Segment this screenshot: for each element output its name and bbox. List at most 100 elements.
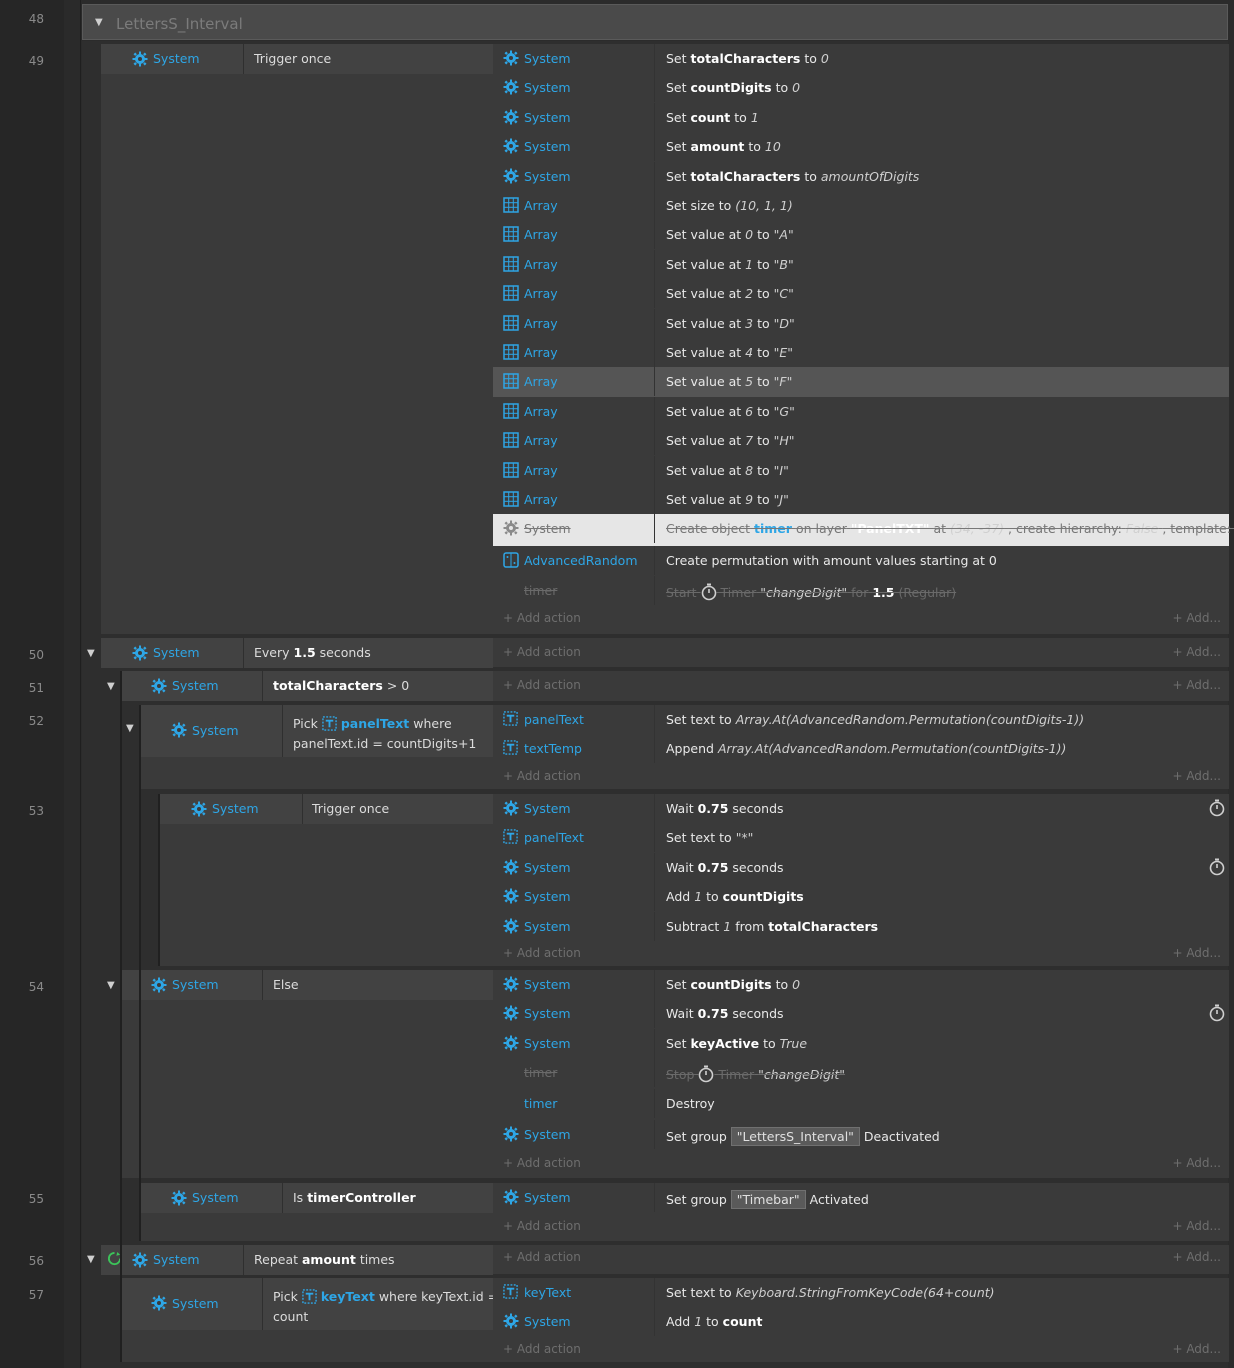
action-row[interactable]: System Set amount to 10 bbox=[493, 132, 1229, 162]
action-object[interactable]: System bbox=[493, 794, 655, 823]
add-more-button[interactable]: + Add... bbox=[1172, 1342, 1221, 1356]
collapse-triangle-icon[interactable]: ▼ bbox=[107, 980, 115, 991]
action-object[interactable]: System bbox=[493, 102, 655, 132]
add-action-row[interactable]: + Add action + Add... bbox=[493, 1338, 1229, 1362]
event-49-conditions[interactable] bbox=[101, 44, 493, 634]
action-object[interactable]: System bbox=[493, 882, 655, 912]
action-object[interactable]: AdvancedRandom bbox=[493, 546, 655, 576]
action-row[interactable]: System Set group "LettersS_Interval" Deac… bbox=[493, 1120, 1229, 1151]
action-object[interactable]: System bbox=[493, 1120, 655, 1150]
action-row[interactable]: Array Set value at 0 to "A" bbox=[493, 220, 1229, 250]
action-object[interactable]: System bbox=[493, 132, 655, 162]
condition-object[interactable]: System bbox=[101, 638, 244, 668]
condition-object[interactable]: System bbox=[101, 44, 244, 74]
action-row[interactable]: System Set countDigits to 0 bbox=[493, 970, 1229, 999]
action-object[interactable]: Array bbox=[493, 308, 655, 338]
add-action-row[interactable]: + Add action + Add... bbox=[493, 607, 1229, 631]
action-object[interactable]: System bbox=[493, 911, 655, 941]
action-object[interactable]: Array bbox=[493, 249, 655, 279]
condition-object[interactable]: System bbox=[101, 1245, 244, 1275]
add-more-button[interactable]: + Add... bbox=[1172, 1219, 1221, 1233]
action-row[interactable]: Array Set value at 2 to "C" bbox=[493, 279, 1229, 309]
action-object[interactable]: keyText bbox=[493, 1278, 655, 1307]
add-action-row[interactable]: + Add action + Add... bbox=[493, 674, 1229, 698]
condition-object[interactable]: System bbox=[121, 671, 263, 701]
action-row[interactable]: Array Set value at 8 to "I" bbox=[493, 455, 1229, 485]
add-action-button[interactable]: + Add action bbox=[503, 1219, 581, 1233]
action-object[interactable]: System bbox=[493, 1307, 655, 1337]
action-row[interactable]: System Add 1 to count bbox=[493, 1307, 1229, 1337]
action-row[interactable]: Array Set value at 6 to "G" bbox=[493, 396, 1229, 426]
action-object[interactable]: Array bbox=[493, 220, 655, 250]
action-object[interactable]: Array bbox=[493, 279, 655, 309]
action-object[interactable]: System bbox=[493, 999, 655, 1029]
action-row[interactable]: panelText Set text to Array.At(AdvancedRa… bbox=[493, 705, 1229, 734]
add-action-button[interactable]: + Add action bbox=[503, 645, 581, 659]
action-object[interactable]: Array bbox=[493, 426, 655, 456]
add-more-button[interactable]: + Add... bbox=[1172, 1156, 1221, 1170]
action-row[interactable]: timer Start Timer "changeDigit" for 1.5 (… bbox=[493, 575, 1229, 606]
action-row[interactable]: timer Stop Timer "changeDigit" bbox=[493, 1058, 1229, 1089]
action-row[interactable]: Array Set size to (10, 1, 1) bbox=[493, 191, 1229, 220]
event-56-condition[interactable]: System Repeat amount times bbox=[101, 1245, 493, 1275]
action-row[interactable]: Array Set value at 9 to "J" bbox=[493, 485, 1229, 514]
add-action-row[interactable]: + Add action + Add... bbox=[493, 765, 1229, 789]
action-row[interactable]: Array Set value at 5 to "F" bbox=[493, 367, 1229, 397]
add-action-button[interactable]: + Add action bbox=[503, 946, 581, 960]
event-49-condition[interactable]: System Trigger once bbox=[101, 44, 493, 74]
add-action-row[interactable]: + Add action + Add... bbox=[493, 641, 1229, 665]
add-action-row[interactable]: + Add action + Add... bbox=[493, 1215, 1229, 1239]
action-object[interactable]: System bbox=[493, 1028, 655, 1058]
add-action-button[interactable]: + Add action bbox=[503, 769, 581, 783]
action-row[interactable]: System Create object timer on layer "Pane… bbox=[493, 514, 1234, 547]
add-action-row[interactable]: + Add action + Add... bbox=[493, 942, 1229, 966]
add-more-button[interactable]: + Add... bbox=[1172, 678, 1221, 692]
event-51-condition[interactable]: System totalCharacters > 0 bbox=[121, 671, 493, 701]
action-row[interactable]: System Wait 0.75 seconds bbox=[493, 999, 1229, 1029]
event-50-condition[interactable]: System Every 1.5 seconds bbox=[101, 638, 493, 668]
condition-object[interactable]: System bbox=[121, 970, 263, 1000]
add-action-button[interactable]: + Add action bbox=[503, 678, 581, 692]
action-object[interactable]: panelText bbox=[493, 823, 655, 853]
action-object[interactable]: System bbox=[493, 44, 655, 73]
action-object[interactable]: Array bbox=[493, 396, 655, 426]
collapse-triangle-icon[interactable]: ▼ bbox=[95, 17, 103, 28]
collapse-triangle-icon[interactable]: ▼ bbox=[87, 1254, 95, 1265]
action-row[interactable]: System Set keyActive to True bbox=[493, 1028, 1229, 1058]
action-object[interactable]: Array bbox=[493, 191, 655, 220]
collapse-triangle-icon[interactable]: ▼ bbox=[126, 723, 134, 734]
event-54-conditions[interactable] bbox=[121, 970, 493, 1178]
event-52-condition[interactable]: System Pick panelText where panelText.id… bbox=[140, 705, 493, 757]
action-row[interactable]: System Set count to 1 bbox=[493, 102, 1229, 132]
condition-object[interactable]: System bbox=[140, 705, 283, 757]
action-row[interactable]: panelText Set text to "*" bbox=[493, 823, 1229, 853]
add-more-button[interactable]: + Add... bbox=[1172, 769, 1221, 783]
condition-object[interactable]: System bbox=[121, 1278, 263, 1330]
event-group-header[interactable]: ▼ LettersS_Interval bbox=[82, 4, 1228, 40]
action-row[interactable]: System Set totalCharacters to amountOfDig… bbox=[493, 161, 1229, 191]
event-55-condition[interactable]: System Is timerController bbox=[140, 1183, 493, 1213]
event-53-condition[interactable]: System Trigger once bbox=[160, 794, 493, 824]
add-action-button[interactable]: + Add action bbox=[503, 1250, 581, 1264]
action-row[interactable]: timer Destroy bbox=[493, 1089, 1229, 1120]
event-54-condition[interactable]: System Else bbox=[121, 970, 493, 1000]
action-object[interactable]: System bbox=[493, 970, 655, 999]
add-more-button[interactable]: + Add... bbox=[1172, 1250, 1221, 1264]
action-row[interactable]: System Wait 0.75 seconds bbox=[493, 794, 1229, 823]
action-row[interactable]: Array Set value at 3 to "D" bbox=[493, 308, 1229, 338]
action-row[interactable]: Array Set value at 4 to "E" bbox=[493, 338, 1229, 367]
action-row[interactable]: System Add 1 to countDigits bbox=[493, 882, 1229, 912]
action-row[interactable]: System Set countDigits to 0 bbox=[493, 73, 1229, 103]
collapse-triangle-icon[interactable]: ▼ bbox=[107, 681, 115, 692]
breakpoint-gutter[interactable] bbox=[64, 0, 81, 1368]
action-object[interactable]: Array bbox=[493, 338, 655, 367]
action-object[interactable]: System bbox=[493, 161, 655, 191]
action-object[interactable]: Array bbox=[493, 485, 655, 514]
action-row[interactable]: AdvancedRandom Create permutation with am… bbox=[493, 546, 1229, 576]
condition-object[interactable]: System bbox=[160, 794, 303, 824]
action-object[interactable]: System bbox=[493, 852, 655, 882]
add-action-button[interactable]: + Add action bbox=[503, 611, 581, 625]
action-row[interactable]: Array Set value at 1 to "B" bbox=[493, 249, 1229, 279]
action-object[interactable]: System bbox=[493, 514, 655, 544]
action-object[interactable]: timer bbox=[493, 1058, 655, 1088]
